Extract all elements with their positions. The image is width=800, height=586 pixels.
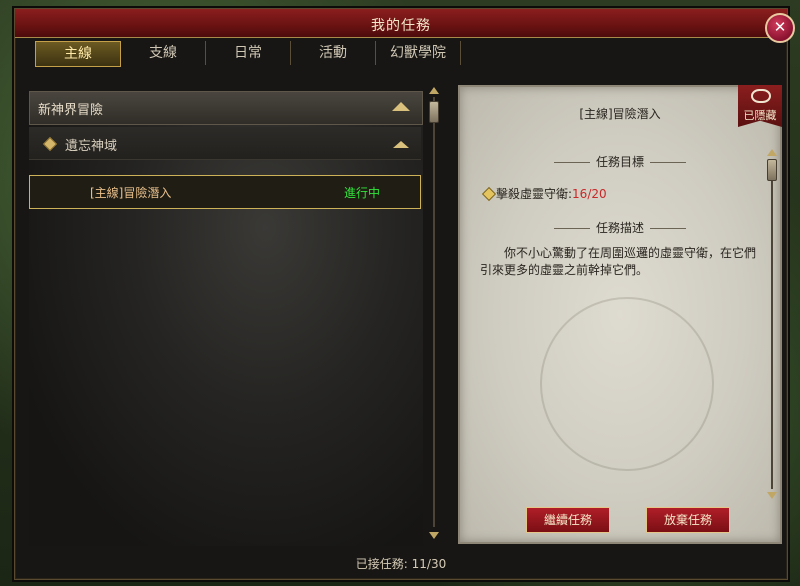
tab-beast-academy[interactable]: 幻獸學院 xyxy=(376,41,461,65)
accepted-quests-counter: 已接任務: 11/30 xyxy=(15,555,787,572)
close-icon: ✕ xyxy=(773,18,787,36)
objective-header: 任務目標 xyxy=(460,153,780,170)
collapse-arrow-icon xyxy=(392,102,410,111)
tab-main-quest[interactable]: 主線 xyxy=(35,41,121,67)
crest-watermark xyxy=(540,297,714,471)
category-label: 新神界冒險 xyxy=(38,103,104,118)
detail-title: [主線]冒險潛入 xyxy=(579,107,661,121)
scroll-up-icon[interactable] xyxy=(767,149,777,156)
quest-detail-panel: [主線]冒險潛入 已隱藏 任務目標 擊殺虛靈守衛:16/20 任務描述 你不小心… xyxy=(458,85,782,544)
hide-toggle-button[interactable]: 已隱藏 xyxy=(738,85,782,127)
hide-badge-label: 已隱藏 xyxy=(743,109,777,122)
objective-diamond-icon xyxy=(481,186,497,202)
quest-description: 你不小心驚動了在周圍巡邏的虛靈守衛，在它們引來更多的虛靈之前幹掉它們。 xyxy=(480,246,757,277)
diamond-icon xyxy=(42,136,58,152)
category-header[interactable]: 新神界冒險 xyxy=(29,91,423,125)
window-title: 我的任務 xyxy=(371,18,431,34)
objective-text: 擊殺虛靈守衛: xyxy=(496,187,573,201)
subcategory-label: 遺忘神域 xyxy=(65,139,118,154)
scroll-up-icon[interactable] xyxy=(429,87,439,94)
scroll-down-icon[interactable] xyxy=(767,492,777,499)
scroll-thumb[interactable] xyxy=(767,159,777,181)
tab-bar: 主線 支線 日常 活動 幻獸學院 xyxy=(35,41,461,67)
tab-side-quest[interactable]: 支線 xyxy=(121,41,206,65)
accepted-count: 11/30 xyxy=(411,557,447,571)
objective-line: 擊殺虛靈守衛:16/20 xyxy=(496,185,607,202)
tab-daily[interactable]: 日常 xyxy=(206,41,291,65)
scroll-track xyxy=(771,159,773,489)
quest-name: [主線]冒險潛入 xyxy=(90,186,172,200)
abandon-quest-button[interactable]: 放棄任務 xyxy=(646,507,730,533)
scroll-track xyxy=(433,97,435,527)
title-bar: 我的任務 ✕ xyxy=(15,9,795,43)
scroll-thumb[interactable] xyxy=(429,101,439,123)
collapse-arrow-icon xyxy=(393,141,409,148)
tab-event[interactable]: 活動 xyxy=(291,41,376,65)
detail-scrollbar[interactable] xyxy=(766,149,778,499)
accepted-label: 已接任務: xyxy=(355,557,408,571)
eye-icon xyxy=(751,89,771,103)
quest-list-panel: 新神界冒險 遺忘神域 [主線]冒險潛入 進行中 xyxy=(29,91,423,546)
subcategory-row[interactable]: 遺忘神域 xyxy=(29,127,421,160)
description-header: 任務描述 xyxy=(460,219,780,236)
quest-item[interactable]: [主線]冒險潛入 進行中 xyxy=(29,175,421,209)
close-button[interactable]: ✕ xyxy=(765,13,795,43)
quest-status: 進行中 xyxy=(344,186,381,200)
quest-window: 我的任務 ✕ 主線 支線 日常 活動 幻獸學院 新神界冒險 遺忘神域 [主線]冒… xyxy=(14,8,795,580)
objective-count: 16/20 xyxy=(572,187,607,201)
continue-quest-button[interactable]: 繼續任務 xyxy=(526,507,610,533)
scroll-down-icon[interactable] xyxy=(429,532,439,539)
list-scrollbar[interactable] xyxy=(428,87,440,539)
